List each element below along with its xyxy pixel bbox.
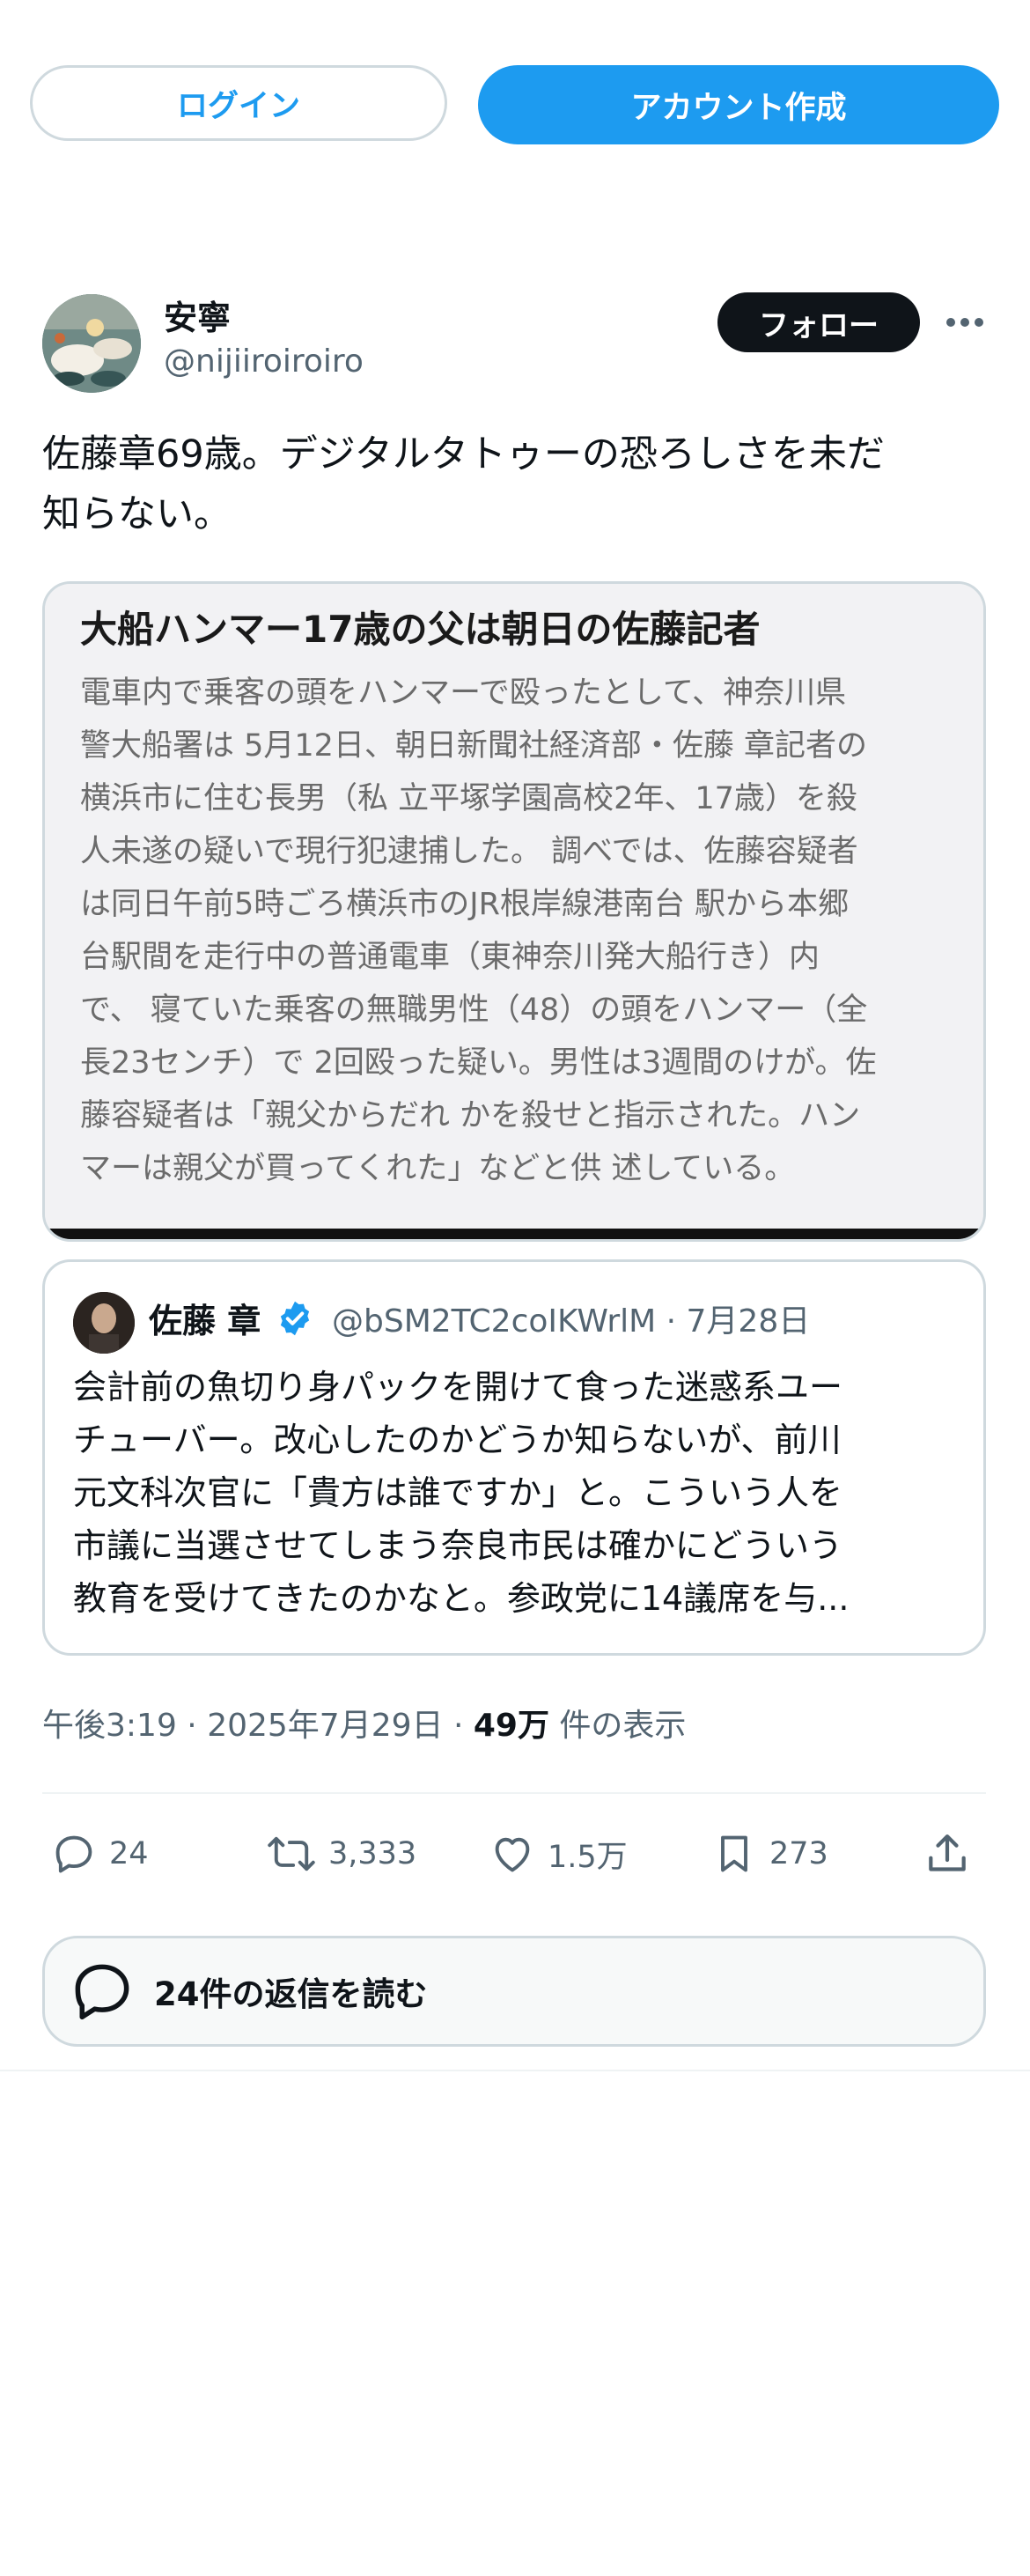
- bookmark-icon: [721, 1835, 747, 1872]
- heart-icon: [495, 1837, 530, 1872]
- reply-count: 24: [109, 1836, 149, 1871]
- author-handle[interactable]: @nijiiroiroiro: [164, 343, 364, 380]
- article-line: 人未遂の疑いで現行犯逮捕した。 調べでは、佐藤容疑者: [80, 834, 858, 869]
- quoted-text-line: 会計前の魚切り身パックを開けて食った迷惑系ユー: [73, 1368, 843, 1406]
- author-display-name[interactable]: 安寧: [164, 291, 231, 339]
- like-count: 1.5万: [548, 1839, 628, 1875]
- top-bar: ログイン アカウント作成: [30, 65, 1000, 144]
- share-icon: [929, 1834, 966, 1871]
- article-line: 横浜市に住む長男（私 立平塚学園高校2年、17歳）を殺: [80, 781, 857, 816]
- quoted-tweet-text: 会計前の魚切り身パックを開けて食った迷惑系ユー チューバー。改心したのかどうか知…: [73, 1361, 953, 1625]
- signup-button[interactable]: アカウント作成: [478, 65, 999, 144]
- tweet-author: 安寧 @nijiiroiroiro フォロー: [42, 291, 993, 396]
- article-line: 電車内で乗客の頭をハンマーで殴ったとして、神奈川県: [80, 675, 847, 711]
- quoted-text-line: 教育を受けてきたのかなと。参政党に14議席を与...: [73, 1579, 850, 1618]
- retweet-count: 3,333: [328, 1836, 417, 1871]
- avatar[interactable]: [42, 294, 141, 393]
- article-line: は同日午前5時ごろ横浜市のJR根岸線港南台 駅から本郷: [80, 887, 850, 922]
- quoted-text-line: 元文科次官に「貴方は誰ですか」と。こういう人を: [73, 1473, 843, 1512]
- more-icon[interactable]: [944, 303, 986, 342]
- action-bar: 24 3,333 1.5万 273: [42, 1823, 986, 1885]
- tweet-date[interactable]: 2025年7月29日: [207, 1708, 443, 1744]
- verified-badge-icon: [276, 1299, 318, 1341]
- quoted-tweet[interactable]: 佐藤 章 @bSM2TC2coIKWrlM · 7月28日 会計前の魚切り身パッ…: [42, 1259, 986, 1656]
- quoted-text-line: チューバー。改心したのかどうか知らないが、前川: [73, 1421, 842, 1459]
- views-count: 49万: [473, 1708, 549, 1744]
- retweet-button[interactable]: 3,333: [267, 1823, 416, 1885]
- tweet-meta: 午後3:19 · 2025年7月29日 · 49万 件の表示: [42, 1700, 686, 1746]
- media-bottom-strip: [45, 1229, 983, 1239]
- article-line: マーは親父が買ってくれた」などと供 述している。: [80, 1151, 796, 1186]
- read-replies-button[interactable]: 24件の返信を読む: [42, 1936, 986, 2047]
- quoted-text-line: 市議に当選させてしまう奈良市民は確かにどういう: [73, 1526, 843, 1565]
- article-body: 電車内で乗客の頭をハンマーで殴ったとして、神奈川県 警大船署は 5月12日、朝日…: [80, 667, 960, 1195]
- meta-separator: ·: [176, 1708, 208, 1744]
- reply-icon: [55, 1835, 92, 1873]
- bookmark-button[interactable]: 273: [711, 1823, 828, 1885]
- article-line: で、 寝ていた乗客の無職男性（48）の頭をハンマー（全: [80, 993, 868, 1028]
- views-label: 件の表示: [548, 1708, 687, 1744]
- follow-button[interactable]: フォロー: [717, 292, 920, 352]
- quoted-handle-date: @bSM2TC2coIKWrlM · 7月28日: [332, 1303, 811, 1340]
- bookmark-count: 273: [769, 1836, 828, 1871]
- tweet-time[interactable]: 午後3:19: [42, 1708, 177, 1744]
- login-button[interactable]: ログイン: [30, 65, 447, 141]
- divider: [42, 1792, 986, 1794]
- tweet-text: 佐藤章69歳。デジタルタトゥーの恐ろしさを未だ 知らない。: [42, 432, 885, 536]
- article-screenshot: 大船ハンマー17歳の父は朝日の佐藤記者 電車内で乗客の頭をハンマーで殴ったとして…: [45, 584, 983, 1230]
- divider: [0, 2070, 1030, 2071]
- quoted-avatar[interactable]: [73, 1292, 135, 1354]
- like-button[interactable]: 1.5万: [489, 1823, 628, 1885]
- meta-separator: ·: [443, 1708, 474, 1744]
- read-replies-label: 24件の返信を読む: [154, 1975, 428, 2013]
- retweet-icon: [268, 1836, 315, 1871]
- article-line: 警大船署は 5月12日、朝日新聞社経済部・佐藤 章記者の: [80, 728, 868, 764]
- article-line: 台駅間を走行中の普通電車（東神奈川発大船行き）内: [80, 940, 820, 975]
- article-line: 長23センチ）で 2回殴った疑い。男性は3週間のけが。佐: [80, 1045, 877, 1081]
- tweet-media-image[interactable]: 大船ハンマー17歳の父は朝日の佐藤記者 電車内で乗客の頭をハンマーで殴ったとして…: [42, 581, 986, 1242]
- reply-icon: [75, 1964, 129, 2020]
- reply-button[interactable]: 24: [51, 1823, 149, 1885]
- quoted-author-name: 佐藤 章: [149, 1302, 261, 1340]
- share-button[interactable]: [923, 1823, 984, 1885]
- article-line: 藤容疑者は「親父からだれ かを殺せと指示された。ハン: [80, 1098, 861, 1133]
- article-headline: 大船ハンマー17歳の父は朝日の佐藤記者: [80, 608, 761, 651]
